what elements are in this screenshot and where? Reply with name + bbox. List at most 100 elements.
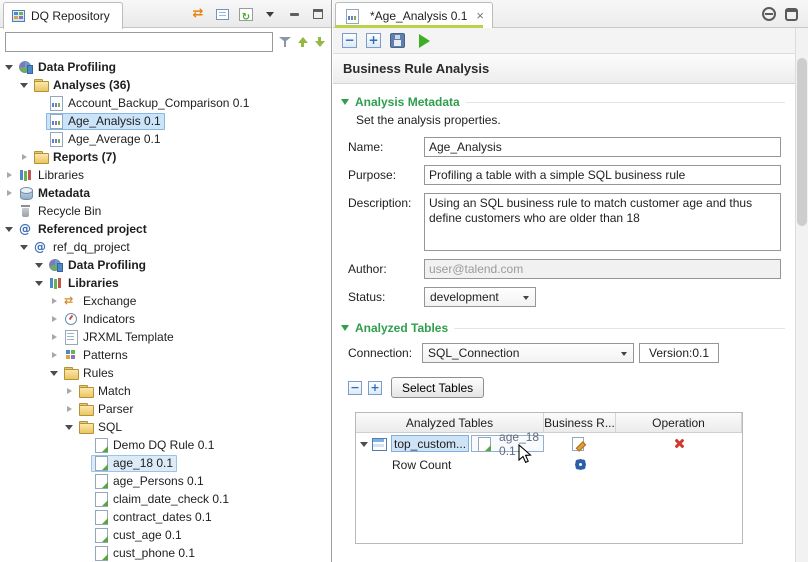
- tree-item-data-profiling[interactable]: Data Profiling: [0, 58, 331, 76]
- section-twistie-icon[interactable]: [341, 325, 349, 331]
- twistie-collapsed-icon[interactable]: [49, 331, 60, 343]
- grid-header-operation[interactable]: Operation: [616, 413, 742, 432]
- expand-rows-icon[interactable]: +: [368, 381, 382, 395]
- twistie-collapsed-icon[interactable]: [64, 385, 75, 397]
- connection-row: Connection: SQL_Connection Version:0.1: [348, 343, 781, 363]
- twistie-expanded-icon[interactable]: [49, 367, 60, 379]
- editor-scrollbar[interactable]: [795, 28, 808, 562]
- twistie-collapsed-icon[interactable]: [19, 151, 30, 163]
- maximize-view-icon[interactable]: [310, 4, 326, 24]
- tree-item-selection: JRXML Template: [61, 329, 178, 346]
- tree-item-age-persons-0-1[interactable]: age_Persons 0.1: [0, 472, 331, 490]
- filter-icon[interactable]: [278, 35, 292, 49]
- tree-item-data-profiling[interactable]: Data Profiling: [0, 256, 331, 274]
- twistie-expanded-icon[interactable]: [4, 61, 15, 73]
- twistie-expanded-icon[interactable]: [34, 277, 45, 289]
- link-with-editor-icon[interactable]: ↻: [238, 4, 254, 24]
- twistie-spacer: [79, 475, 90, 487]
- tree-item-age-analysis-0-1[interactable]: Age_Analysis 0.1: [0, 112, 331, 130]
- connection-select[interactable]: SQL_Connection: [422, 343, 634, 363]
- minimize-editor-icon[interactable]: [762, 7, 776, 21]
- tree-item-referenced-project[interactable]: Referenced project: [0, 220, 331, 238]
- tree-item-parser[interactable]: Parser: [0, 400, 331, 418]
- business-rule-icon[interactable]: [570, 437, 586, 451]
- tree-item-indicators[interactable]: Indicators: [0, 310, 331, 328]
- search-input[interactable]: [5, 32, 273, 52]
- tab-dq-repository[interactable]: DQ Repository: [3, 2, 123, 29]
- tree-item-libraries[interactable]: Libraries: [0, 274, 331, 292]
- collapse-sections-icon[interactable]: −: [342, 33, 357, 48]
- tree-item-claim-date-check-0-1[interactable]: claim_date_check 0.1: [0, 490, 331, 508]
- refresh-icon[interactable]: ⇄: [190, 4, 206, 24]
- select-tables-button[interactable]: Select Tables: [391, 377, 484, 398]
- twistie-expanded-icon[interactable]: [19, 79, 30, 91]
- tree-item-patterns[interactable]: Patterns: [0, 346, 331, 364]
- purpose-field[interactable]: [424, 165, 781, 185]
- folder-icon: [78, 420, 94, 434]
- status-select[interactable]: development: [424, 287, 536, 307]
- expand-sections-icon[interactable]: +: [366, 33, 381, 48]
- scrollbar-thumb[interactable]: [797, 58, 807, 226]
- save-icon[interactable]: [390, 33, 405, 48]
- tree-item-exchange[interactable]: Exchange: [0, 292, 331, 310]
- tree-item-selection: Exchange: [61, 293, 140, 310]
- section-twistie-icon[interactable]: [341, 99, 349, 105]
- tree-item-analyses-36[interactable]: Analyses (36): [0, 76, 331, 94]
- tree-item-selection: Recycle Bin: [16, 203, 105, 220]
- tree-item-age-18-0-1[interactable]: age_18 0.1: [0, 454, 331, 472]
- analyzed-table-name[interactable]: top_custom...: [391, 435, 469, 452]
- tree-item-metadata[interactable]: Metadata: [0, 184, 331, 202]
- tree-item-selection: Demo DQ Rule 0.1: [91, 437, 218, 454]
- tree-item-age-average-0-1[interactable]: Age_Average 0.1: [0, 130, 331, 148]
- tree-item-libraries[interactable]: Libraries: [0, 166, 331, 184]
- view-menu-chevron-icon[interactable]: [262, 4, 278, 24]
- tree-item-contract-dates-0-1[interactable]: contract_dates 0.1: [0, 508, 331, 526]
- twistie-expanded-icon[interactable]: [4, 223, 15, 235]
- grid-header-business-rule[interactable]: Business R...: [544, 413, 616, 432]
- tree-item-cust-age-0-1[interactable]: cust_age 0.1: [0, 526, 331, 544]
- tree-item-match[interactable]: Match: [0, 382, 331, 400]
- twistie-collapsed-icon[interactable]: [4, 187, 15, 199]
- twistie-collapsed-icon[interactable]: [64, 403, 75, 415]
- tree-item-cust-phone-0-1[interactable]: cust_phone 0.1: [0, 544, 331, 562]
- tree-item-recycle-bin[interactable]: Recycle Bin: [0, 202, 331, 220]
- analyzed-tables-section-header: Analyzed Tables: [341, 321, 785, 335]
- metadata-form: Name: Purpose: Description: Using an SQL…: [348, 137, 781, 307]
- tree-item-sql[interactable]: SQL: [0, 418, 331, 436]
- tree-item-reports-7[interactable]: Reports (7): [0, 148, 331, 166]
- close-tab-icon[interactable]: ×: [476, 10, 484, 22]
- twistie-expanded-icon[interactable]: [34, 259, 45, 271]
- tree-item-ref-dq-project[interactable]: ref_dq_project: [0, 238, 331, 256]
- twistie-collapsed-icon[interactable]: [49, 349, 60, 361]
- twistie-expanded-icon[interactable]: [19, 241, 30, 253]
- twistie-collapsed-icon[interactable]: [4, 169, 15, 181]
- delete-icon[interactable]: [673, 437, 686, 450]
- tree-item-rules[interactable]: Rules: [0, 364, 331, 382]
- run-analysis-icon[interactable]: [419, 34, 430, 48]
- twistie-collapsed-icon[interactable]: [49, 313, 60, 325]
- gear-icon[interactable]: [574, 458, 587, 471]
- exchange-icon: [63, 294, 79, 308]
- tree-item-demo-dq-rule-0-1[interactable]: Demo DQ Rule 0.1: [0, 436, 331, 454]
- description-field[interactable]: Using an SQL business rule to match cust…: [424, 193, 781, 251]
- maximize-editor-icon[interactable]: [785, 8, 798, 21]
- name-field[interactable]: [424, 137, 781, 157]
- next-match-arrow-icon[interactable]: [314, 35, 326, 49]
- twistie-collapsed-icon[interactable]: [49, 295, 60, 307]
- tree-item-account-backup-comparison-0-1[interactable]: Account_Backup_Comparison 0.1: [0, 94, 331, 112]
- section-title: Analysis Metadata: [355, 95, 460, 109]
- talend-dq-studio-window: DQ Repository ⇄ ↻ Data ProfilingAnalyses…: [0, 0, 808, 562]
- collapse-all-icon[interactable]: [214, 4, 230, 24]
- tree-item-jrxml-template[interactable]: JRXML Template: [0, 328, 331, 346]
- table-row[interactable]: top_custom... age_18 0.1: [356, 433, 742, 454]
- previous-match-arrow-icon[interactable]: [297, 35, 309, 49]
- twistie-expanded-icon[interactable]: [64, 421, 75, 433]
- section-subtitle: Set the analysis properties.: [356, 113, 785, 127]
- table-row[interactable]: Row Count: [356, 454, 742, 475]
- minimize-view-icon[interactable]: [286, 4, 302, 24]
- twistie-expanded-icon[interactable]: [359, 438, 370, 450]
- rule-icon: [93, 492, 109, 506]
- collapse-rows-icon[interactable]: −: [348, 381, 362, 395]
- tree-item-selection: Account_Backup_Comparison 0.1: [46, 95, 253, 112]
- tree-item-selection: Parser: [76, 401, 137, 418]
